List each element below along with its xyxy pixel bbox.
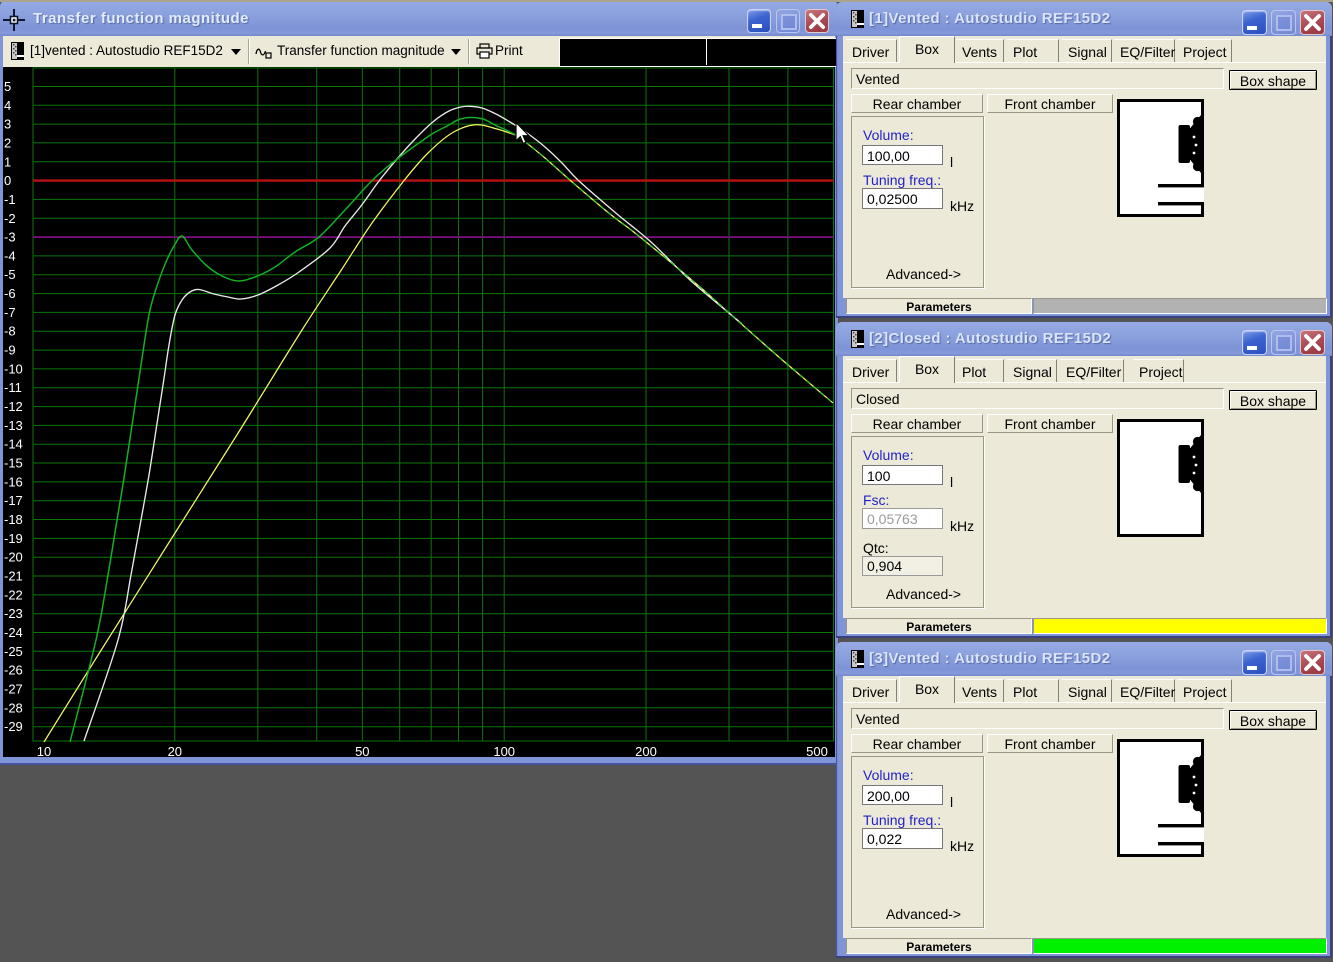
svg-text:-28: -28	[4, 700, 23, 715]
svg-text:-10: -10	[4, 361, 23, 376]
svg-text:-16: -16	[4, 474, 23, 489]
svg-text:-27: -27	[4, 682, 23, 697]
svg-text:500: 500	[806, 744, 828, 757]
svg-text:-7: -7	[4, 305, 16, 320]
svg-text:-11: -11	[4, 380, 22, 395]
svg-text:-19: -19	[4, 531, 23, 546]
svg-text:-18: -18	[4, 512, 23, 527]
svg-text:100: 100	[493, 744, 515, 757]
svg-text:-6: -6	[4, 286, 16, 301]
svg-text:-21: -21	[4, 569, 23, 584]
svg-text:0: 0	[4, 173, 11, 188]
svg-text:-8: -8	[4, 324, 16, 339]
svg-text:1: 1	[4, 154, 11, 169]
svg-text:-9: -9	[4, 343, 16, 358]
svg-text:-23: -23	[4, 606, 23, 621]
svg-text:-2: -2	[4, 211, 16, 226]
svg-text:-14: -14	[4, 437, 23, 452]
svg-text:2: 2	[4, 135, 11, 150]
svg-text:-22: -22	[4, 587, 23, 602]
svg-text:-17: -17	[4, 493, 23, 508]
svg-text:-26: -26	[4, 663, 23, 678]
svg-text:4: 4	[4, 98, 11, 113]
svg-text:-3: -3	[4, 230, 16, 245]
svg-text:-13: -13	[4, 418, 23, 433]
svg-text:50: 50	[355, 744, 369, 757]
svg-text:-20: -20	[4, 550, 23, 565]
svg-text:5: 5	[4, 79, 11, 94]
svg-text:-24: -24	[4, 625, 23, 640]
svg-text:-25: -25	[4, 644, 23, 659]
svg-text:-5: -5	[4, 267, 16, 282]
svg-text:-15: -15	[4, 456, 23, 471]
svg-text:3: 3	[4, 117, 11, 132]
svg-text:-12: -12	[4, 399, 23, 414]
svg-text:-1: -1	[4, 192, 16, 207]
svg-text:200: 200	[635, 744, 657, 757]
svg-text:-4: -4	[4, 248, 16, 263]
svg-text:-29: -29	[4, 719, 23, 734]
svg-text:10: 10	[37, 744, 51, 757]
svg-text:20: 20	[168, 744, 182, 757]
